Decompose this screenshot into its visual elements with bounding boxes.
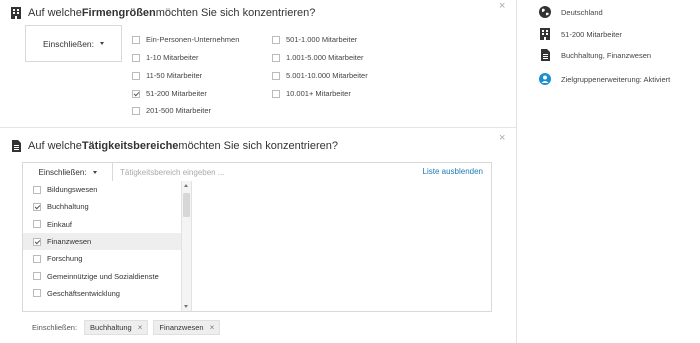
dropdown-label: Einschließen: [42, 38, 95, 49]
item-label: Einkauf [47, 219, 73, 229]
targeting-panel: Auf welche Firmengrößen möchten Sie sich… [0, 0, 516, 343]
building-icon [11, 7, 21, 19]
summary-panel: Deutschland 51-200 Mitarbeiter Buchhaltu… [517, 0, 700, 343]
selected-label: Einschließen: [32, 323, 78, 332]
remove-tag-icon[interactable]: × [210, 323, 215, 332]
checkbox[interactable] [272, 89, 280, 98]
checkbox[interactable] [33, 254, 41, 263]
audience-expansion-icon [539, 73, 551, 85]
checkbox[interactable] [132, 35, 140, 44]
company-size-title: Auf welche Firmengrößen möchten Sie sich… [10, 7, 315, 19]
list-item[interactable]: Buchhaltung [23, 198, 181, 215]
tag-label: Buchhaltung [90, 323, 132, 332]
caret-down-icon [100, 42, 105, 45]
list-item[interactable]: Geschäftsentwicklung [23, 285, 181, 302]
checkbox[interactable] [33, 289, 41, 298]
title-suffix: möchten Sie sich konzentrieren? [178, 140, 338, 152]
option-label: 5.001-10.000 Mitarbeiter [286, 71, 368, 80]
checkbox[interactable] [33, 272, 41, 281]
activity-areas-title: Auf welche Tätigkeitsbereiche möchten Si… [10, 140, 338, 152]
dropdown-label: Einschließen: [38, 167, 87, 177]
document-icon [541, 49, 550, 61]
title-suffix: möchten Sie sich konzentrieren? [155, 7, 316, 19]
list-scrollbar[interactable] [181, 181, 191, 311]
checkbox-checked[interactable] [132, 89, 140, 98]
remove-tag-icon[interactable]: × [138, 323, 143, 332]
title-bold: Tätigkeitsbereiche [81, 140, 179, 152]
summary-company-size-text: 51-200 Mitarbeiter [561, 29, 622, 39]
checkbox[interactable] [272, 35, 280, 44]
size-option-1[interactable]: Ein-Personen-Unternehmen [132, 35, 239, 44]
title-bold: Firmengrößen [81, 7, 156, 19]
caret-down-icon [92, 170, 97, 174]
checkbox[interactable] [132, 106, 140, 115]
summary-location: Deutschland [539, 6, 603, 18]
option-label: 501-1.000 Mitarbeiter [286, 35, 358, 44]
item-label: Geschäftsentwicklung [47, 288, 120, 298]
option-label: 201-500 Mitarbeiter [146, 106, 212, 115]
size-option-9[interactable]: 10.001+ Mitarbeiter [272, 89, 351, 98]
summary-audience-expansion: Zielgruppenerweiterung: Aktiviert [539, 73, 670, 85]
item-label: Buchhaltung [47, 202, 89, 212]
list-item[interactable]: Gemeinnützige und Sozialdienste [23, 267, 181, 284]
list-divider [191, 181, 192, 311]
selected-activities: Einschließen: Buchhaltung × Finanzwesen × [32, 320, 221, 335]
checkbox[interactable] [272, 53, 280, 62]
option-label: 10.001+ Mitarbeiter [286, 89, 351, 98]
item-label: Forschung [47, 254, 83, 264]
checkbox-checked[interactable] [33, 237, 41, 246]
summary-activity-areas-text: Buchhaltung, Finanzwesen [561, 50, 652, 60]
size-option-6[interactable]: 501-1.000 Mitarbeiter [272, 35, 357, 44]
checkbox-checked[interactable] [33, 202, 41, 211]
scroll-up-icon[interactable] [184, 184, 188, 187]
item-label: Finanzwesen [47, 237, 92, 247]
list-item[interactable]: Finanzwesen [23, 232, 181, 251]
size-option-5[interactable]: 201-500 Mitarbeiter [132, 106, 211, 115]
summary-audience-expansion-text: Zielgruppenerweiterung: Aktiviert [561, 74, 671, 84]
selected-tag: Finanzwesen × [153, 320, 221, 335]
activity-list-box: Bildungswesen Buchhaltung Einkauf Finanz… [22, 181, 492, 312]
summary-activity-areas: Buchhaltung, Finanzwesen [539, 49, 651, 61]
title-prefix: Auf welche [28, 7, 82, 19]
checkbox[interactable] [132, 71, 140, 80]
option-label: 11-50 Mitarbeiter [146, 71, 203, 80]
option-label: Ein-Personen-Unternehmen [146, 35, 240, 44]
option-label: 1-10 Mitarbeiter [146, 53, 199, 62]
close-activity-areas-icon[interactable]: × [499, 132, 505, 144]
checkbox[interactable] [33, 185, 41, 194]
hide-list-link[interactable]: Liste ausblenden [423, 167, 484, 176]
globe-icon [539, 6, 551, 18]
option-label: 1.001-5.000 Mitarbeiter [286, 53, 364, 62]
list-item[interactable]: Einkauf [23, 216, 181, 233]
activity-list[interactable]: Bildungswesen Buchhaltung Einkauf Finanz… [23, 181, 181, 311]
size-option-8[interactable]: 5.001-10.000 Mitarbeiter [272, 71, 368, 80]
document-icon [12, 140, 21, 152]
checkbox[interactable] [272, 71, 280, 80]
activity-search-input[interactable] [118, 165, 412, 180]
summary-location-text: Deutschland [561, 7, 603, 17]
size-option-4[interactable]: 51-200 Mitarbeiter [132, 89, 207, 98]
scroll-down-icon[interactable] [184, 305, 188, 308]
item-label: Bildungswesen [47, 185, 98, 195]
title-prefix: Auf welche [28, 140, 82, 152]
item-label: Gemeinnützige und Sozialdienste [47, 271, 159, 281]
building-icon [540, 28, 550, 40]
size-option-7[interactable]: 1.001-5.000 Mitarbeiter [272, 53, 364, 62]
list-item[interactable]: Bildungswesen [23, 181, 181, 198]
tag-label: Finanzwesen [159, 323, 204, 332]
scroll-thumb[interactable] [183, 193, 190, 217]
close-company-size-icon[interactable]: × [499, 0, 505, 12]
activity-include-dropdown[interactable]: Einschließen: [23, 163, 113, 181]
checkbox[interactable] [132, 53, 140, 62]
option-label: 51-200 Mitarbeiter [146, 89, 207, 98]
summary-company-size: 51-200 Mitarbeiter [539, 28, 622, 40]
activity-search-bar: Einschließen: Liste ausblenden [22, 162, 492, 182]
section-divider [0, 127, 516, 128]
checkbox[interactable] [33, 220, 41, 229]
size-option-2[interactable]: 1-10 Mitarbeiter [132, 53, 199, 62]
list-item[interactable]: Forschung [23, 250, 181, 267]
size-option-3[interactable]: 11-50 Mitarbeiter [132, 71, 202, 80]
selected-tag: Buchhaltung × [84, 320, 149, 335]
company-size-include-dropdown[interactable]: Einschließen: [25, 25, 122, 62]
